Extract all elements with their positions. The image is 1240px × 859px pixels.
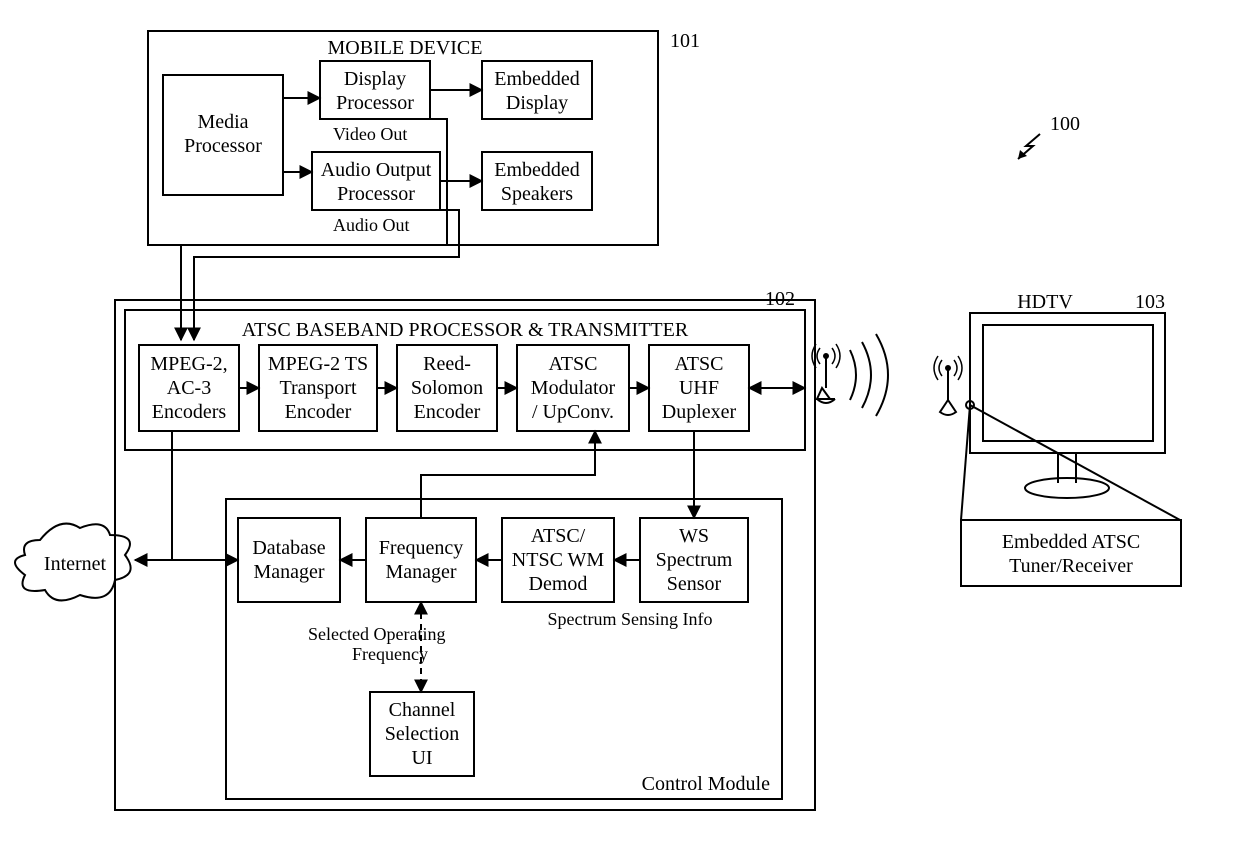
svg-text:Encoders: Encoders <box>152 401 227 423</box>
svg-text:Internet: Internet <box>44 553 107 575</box>
svg-text:Reed-: Reed- <box>423 353 471 375</box>
svg-text:Solomon: Solomon <box>411 377 483 399</box>
svg-text:UI: UI <box>411 747 432 769</box>
svg-text:Speakers: Speakers <box>501 183 573 205</box>
svg-text:UHF: UHF <box>679 377 719 399</box>
svg-text:ATSC: ATSC <box>675 353 724 375</box>
svg-text:Frequency: Frequency <box>379 537 463 559</box>
hdtv-antenna-icon <box>934 356 962 415</box>
svg-text:Spectrum Sensing Info: Spectrum Sensing Info <box>548 609 713 629</box>
database-manager-box <box>238 518 340 602</box>
svg-text:Spectrum: Spectrum <box>656 549 733 571</box>
svg-text:Display: Display <box>506 92 568 114</box>
svg-text:Duplexer: Duplexer <box>662 401 737 423</box>
svg-text:ATSC/: ATSC/ <box>531 525 586 547</box>
svg-text:Media: Media <box>197 111 248 133</box>
control-module-group: Control Module Database Manager Frequenc… <box>226 499 782 799</box>
diagram-canvas: 100 MOBILE DEVICE 101 Media Processor Di… <box>0 0 1240 859</box>
svg-text:Display: Display <box>344 68 406 90</box>
svg-text:Selected Operating: Selected Operating <box>308 624 445 644</box>
svg-text:/ UpConv.: / UpConv. <box>532 401 614 423</box>
svg-text:Video Out: Video Out <box>333 124 407 144</box>
svg-text:Embedded ATSC: Embedded ATSC <box>1002 531 1140 553</box>
svg-text:AC-3: AC-3 <box>167 377 211 399</box>
svg-text:Embedded: Embedded <box>494 68 580 90</box>
svg-text:Transport: Transport <box>279 377 356 399</box>
svg-text:Database: Database <box>252 537 325 559</box>
ref-101-label: 101 <box>670 30 700 52</box>
svg-text:Processor: Processor <box>337 183 415 205</box>
svg-text:Processor: Processor <box>184 135 262 157</box>
svg-text:Sensor: Sensor <box>667 573 722 595</box>
svg-text:Embedded: Embedded <box>494 159 580 181</box>
svg-text:Channel: Channel <box>389 699 456 721</box>
svg-text:Manager: Manager <box>385 561 456 583</box>
svg-text:WS: WS <box>679 525 709 547</box>
svg-text:Modulator: Modulator <box>531 377 616 399</box>
svg-text:Audio Out: Audio Out <box>333 215 410 235</box>
mobile-device-group: MOBILE DEVICE 101 Media Processor Displa… <box>148 30 700 245</box>
ref-103-label: 103 <box>1135 291 1165 313</box>
svg-text:HDTV: HDTV <box>1017 291 1073 313</box>
ref-100-label: 100 <box>1050 113 1080 135</box>
svg-text:Processor: Processor <box>336 92 414 114</box>
svg-text:Encoder: Encoder <box>414 401 481 423</box>
mobile-device-title: MOBILE DEVICE <box>328 37 483 59</box>
frequency-manager-box <box>366 518 476 602</box>
svg-text:Frequency: Frequency <box>352 644 428 664</box>
atsc-header-label: ATSC BASEBAND PROCESSOR & TRANSMITTER <box>242 319 689 341</box>
internet-cloud-icon: Internet <box>15 524 131 601</box>
svg-text:NTSC WM: NTSC WM <box>512 549 605 571</box>
svg-text:MPEG-2 TS: MPEG-2 TS <box>268 353 368 375</box>
svg-text:ATSC: ATSC <box>549 353 598 375</box>
svg-text:Demod: Demod <box>529 573 588 595</box>
svg-text:Encoder: Encoder <box>285 401 352 423</box>
svg-text:Audio Output: Audio Output <box>321 159 432 181</box>
svg-text:MPEG-2,: MPEG-2, <box>150 353 227 375</box>
hdtv-group: HDTV 103 Embedded ATSC Tuner/Receiver <box>934 291 1181 586</box>
svg-text:Selection: Selection <box>385 723 459 745</box>
svg-text:Tuner/Receiver: Tuner/Receiver <box>1009 555 1133 577</box>
atsc-processor-group: 102 ATSC BASEBAND PROCESSOR & TRANSMITTE… <box>125 288 805 450</box>
control-module-label: Control Module <box>642 773 770 795</box>
transmitter-antenna-icon <box>812 334 888 416</box>
svg-text:Manager: Manager <box>253 561 324 583</box>
